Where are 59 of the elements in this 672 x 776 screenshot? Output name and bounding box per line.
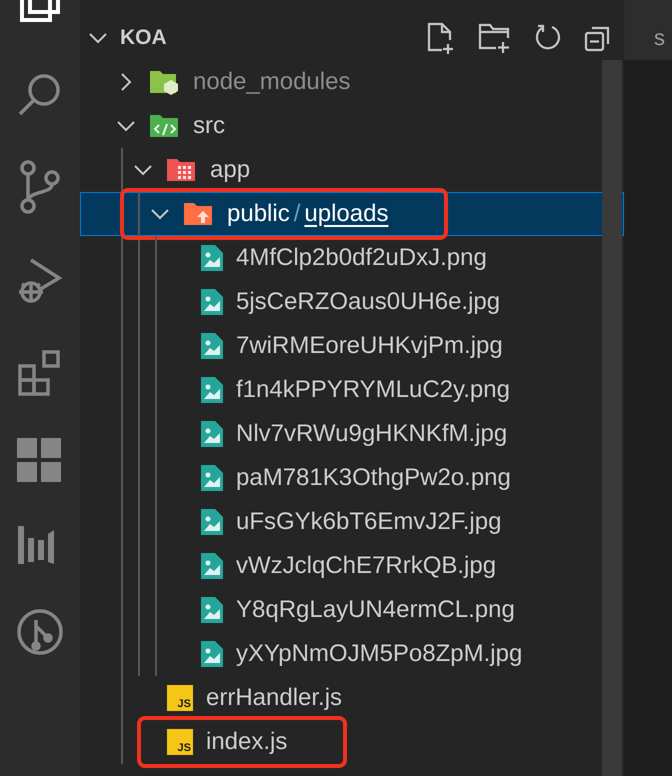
- file-name: 5jsCeRZOaus0UH6e.jpg: [236, 287, 500, 317]
- path-separator: /: [294, 199, 300, 229]
- image-file-icon: [201, 553, 223, 579]
- image-file-icon: [201, 641, 223, 667]
- image-file-icon: [201, 289, 223, 315]
- file-name: 4MfClp2b0df2uDxJ.png: [236, 243, 487, 273]
- tree-item[interactable]: JS index.js: [80, 720, 624, 764]
- image-file-icon: [201, 465, 223, 491]
- image-file-icon: [201, 597, 223, 623]
- file-name: paM781K3OthgPw2o.png: [236, 463, 511, 493]
- tree-item[interactable]: 4MfClp2b0df2uDxJ.png: [80, 236, 624, 280]
- explorer-title: KOA: [120, 25, 167, 52]
- image-file-icon: [201, 333, 223, 359]
- tree-item[interactable]: JS errHandler.js: [80, 676, 624, 720]
- refresh-icon[interactable]: [534, 24, 562, 52]
- js-file-icon: JS: [167, 729, 193, 755]
- tree-item[interactable]: app: [80, 148, 624, 192]
- tree-item[interactable]: node_modules: [80, 60, 624, 104]
- tree-item[interactable]: f1n4kPPYRYMLuC2y.png: [80, 368, 624, 412]
- tree-item[interactable]: Y8qRgLayUN4ermCL.png: [80, 588, 624, 632]
- git-graph-icon[interactable]: [16, 608, 64, 656]
- file-name: uFsGYk6bT6EmvJ2F.jpg: [236, 507, 502, 537]
- folder-name: src: [193, 111, 225, 141]
- source-control-icon[interactable]: [18, 160, 62, 214]
- new-file-icon[interactable]: [426, 22, 456, 54]
- folder-icon: [150, 69, 180, 95]
- tree-item[interactable]: uFsGYk6bT6EmvJ2F.jpg: [80, 500, 624, 544]
- folder-icon: [184, 201, 214, 227]
- tree-item[interactable]: 7wiRMEoreUHKvjPm.jpg: [80, 324, 624, 368]
- file-name: 7wiRMEoreUHKvjPm.jpg: [236, 331, 503, 361]
- editor-tab[interactable]: s: [654, 21, 665, 60]
- tree-item[interactable]: 5jsCeRZOaus0UH6e.jpg: [80, 280, 624, 324]
- folder-name-segment[interactable]: public: [227, 196, 290, 232]
- folder-icon: [150, 113, 180, 139]
- image-file-icon: [201, 421, 223, 447]
- collapse-all-icon[interactable]: [584, 24, 612, 52]
- tree-item[interactable]: yXYpNmOJM5Po8ZpM.jpg: [80, 632, 624, 676]
- new-folder-icon[interactable]: [478, 22, 512, 54]
- image-file-icon: [201, 245, 223, 271]
- tree-item[interactable]: Nlv7vRWu9gHKNKfM.jpg: [80, 412, 624, 456]
- file-name: Y8qRgLayUN4ermCL.png: [236, 595, 515, 625]
- tree-item[interactable]: paM781K3OthgPw2o.png: [80, 456, 624, 500]
- file-name: index.js: [206, 727, 288, 757]
- grid-icon[interactable]: [17, 438, 63, 484]
- folder-icon: [167, 157, 197, 183]
- image-file-icon: [201, 509, 223, 535]
- file-name: Nlv7vRWu9gHKNKfM.jpg: [236, 419, 508, 449]
- file-name: f1n4kPPYRYMLuC2y.png: [236, 375, 510, 405]
- tree-item[interactable]: vWzJclqChE7RrkQB.jpg: [80, 544, 624, 588]
- file-name: vWzJclqChE7RrkQB.jpg: [236, 551, 496, 581]
- file-name: errHandler.js: [206, 683, 342, 713]
- js-file-icon: JS: [167, 685, 193, 711]
- tree-item[interactable]: src: [80, 104, 624, 148]
- file-name: yXYpNmOJM5Po8ZpM.jpg: [236, 639, 522, 669]
- scrollbar[interactable]: [602, 60, 622, 776]
- folder-name-segment[interactable]: uploads: [304, 196, 388, 232]
- folder-name: node_modules: [193, 67, 350, 97]
- image-file-icon: [201, 377, 223, 403]
- folder-name: app: [210, 155, 250, 185]
